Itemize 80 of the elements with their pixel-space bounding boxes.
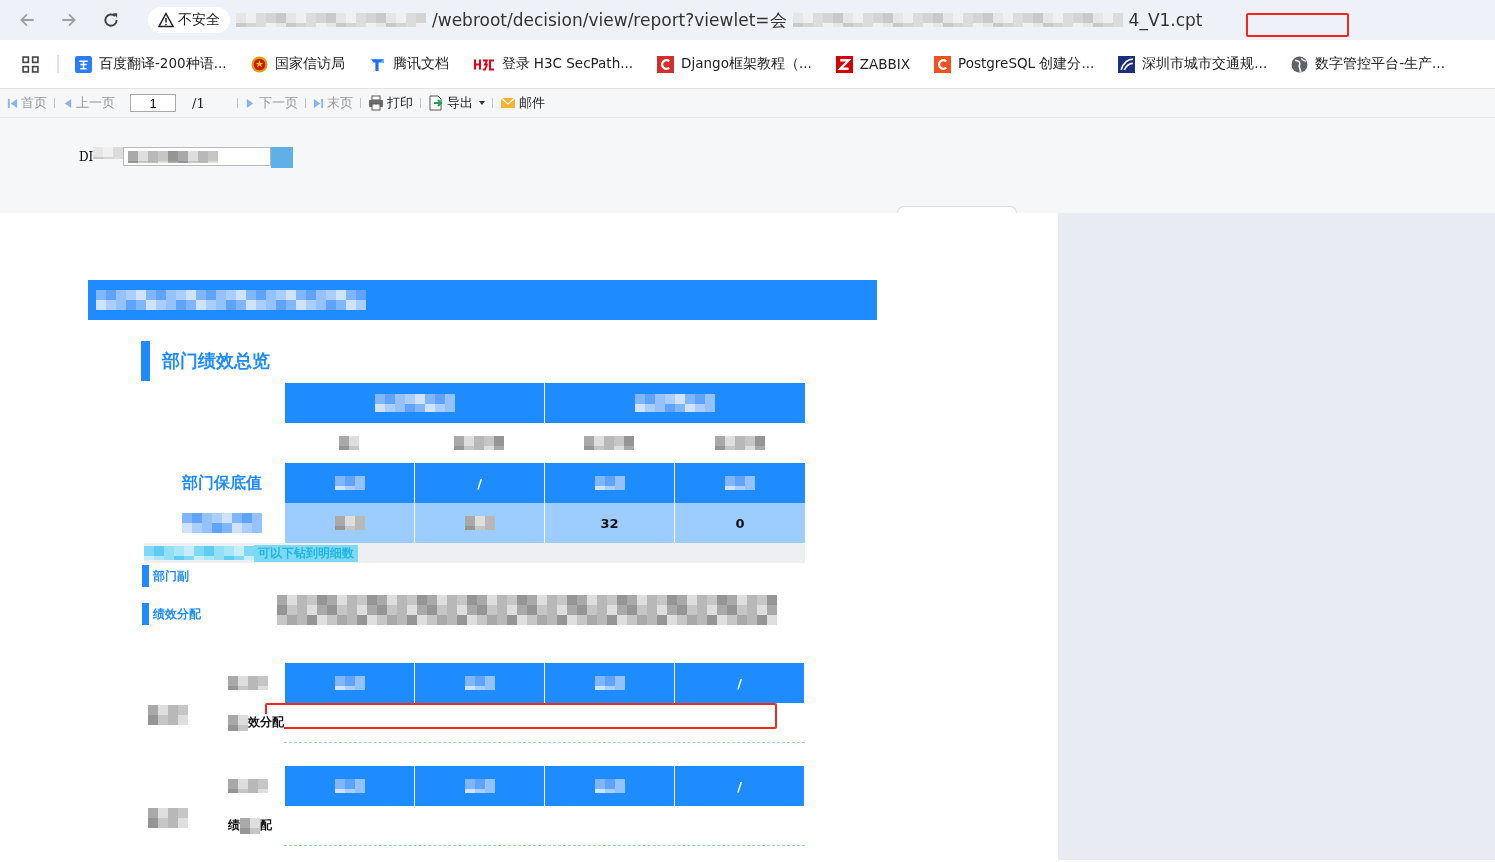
row-label: 部门保底值 [182, 472, 262, 494]
pixelated-block [334, 676, 365, 690]
logo-icon [657, 55, 675, 73]
pixelated-block [334, 779, 365, 793]
pixelated-block [594, 676, 625, 690]
table-cell-text: / [736, 777, 743, 796]
bookmark[interactable]: 国家信访局 [250, 55, 345, 73]
pixelated-block [584, 436, 634, 450]
forward-icon[interactable] [60, 11, 78, 29]
reload-icon[interactable] [102, 11, 120, 29]
pixelated-block [228, 676, 268, 690]
bookmark[interactable]: ZABBIX [835, 55, 911, 73]
toolbar-button[interactable]: 打印 [364, 94, 416, 112]
toolbar-button[interactable]: 邮件 [496, 94, 548, 112]
next-icon [244, 97, 256, 109]
pixelated-block [594, 779, 625, 793]
row-label: 效分配 [248, 714, 284, 731]
row-label: 绩 [228, 817, 240, 834]
logo-icon [835, 55, 853, 73]
translate-icon [75, 55, 92, 73]
bookmark[interactable]: 数字管控平台-生产... [1291, 55, 1445, 73]
pixelated-block [464, 676, 495, 690]
section-label: 绩效分配 [153, 605, 201, 623]
security-chip[interactable]: 不安全 [148, 7, 230, 33]
pixelated-block [464, 779, 495, 793]
apps-grid-icon[interactable] [22, 55, 39, 73]
logo-icon [934, 55, 952, 73]
pixelated-block [594, 476, 625, 490]
pixelated-block [725, 476, 755, 490]
logo-icon [1118, 55, 1136, 73]
collapse-handle[interactable] [897, 206, 1017, 213]
pixelated-block [228, 779, 268, 793]
globe-icon [1291, 55, 1309, 73]
pixelated-block [93, 147, 124, 159]
url-text: /webroot/decision/view/report?viewlet=会 [432, 8, 787, 32]
pixelated-block [228, 714, 248, 731]
export-icon [427, 95, 444, 111]
section-title: 部门绩效总览 [162, 349, 270, 373]
first-page-icon [7, 97, 18, 109]
page-number-field[interactable]: 1 [130, 94, 176, 112]
page-total: /1 [192, 95, 205, 111]
bookmark[interactable]: 百度翻译-200种语... [75, 55, 227, 73]
pixelated-block [454, 436, 504, 450]
bookmark[interactable]: Django框架教程（... [657, 55, 812, 73]
dropdown-button[interactable] [271, 147, 294, 168]
toolbar-button[interactable]: 导出 [424, 94, 488, 112]
pixelated-block [148, 704, 188, 725]
table-cell-text: / [736, 674, 743, 693]
caret-icon [478, 101, 485, 105]
pixelated-block [148, 807, 188, 828]
table-cell-text: / [476, 474, 483, 493]
parameter-label: DI [79, 150, 94, 164]
table-cell-text: 32 [599, 514, 620, 533]
pixelated-block [464, 516, 495, 530]
pixelated-block [334, 476, 365, 490]
emblem-icon [250, 55, 268, 73]
bookmark[interactable]: 深圳市城市交通规... [1118, 55, 1268, 73]
warning-icon [158, 12, 174, 28]
pixelated-block [240, 817, 260, 834]
url-text: 4_V1.cpt [1128, 10, 1203, 30]
security-label: 不安全 [178, 11, 220, 29]
parameter-field[interactable] [123, 147, 272, 166]
pixelated-block [714, 436, 765, 450]
bookmark[interactable]: PostgreSQL 创建分... [934, 55, 1095, 73]
pixelated-block [339, 436, 359, 450]
row-label: 配 [260, 817, 272, 834]
section-marker [141, 341, 150, 381]
back-icon[interactable] [18, 11, 36, 29]
pixelated-block [334, 516, 365, 530]
section-marker [142, 603, 149, 625]
previous-icon [62, 97, 73, 109]
section-marker [142, 565, 149, 587]
hint-text: 可以下钻到明细数 [254, 544, 358, 562]
bookmark[interactable]: 腾讯文档 [368, 55, 449, 73]
printer-icon [367, 95, 384, 111]
mail-icon [499, 95, 516, 111]
table-cell-text: 0 [734, 514, 746, 533]
bookmark[interactable]: 登录 H3C SecPath... [472, 55, 634, 73]
section-label: 部门副 [153, 567, 189, 585]
last-page-icon [312, 97, 324, 109]
